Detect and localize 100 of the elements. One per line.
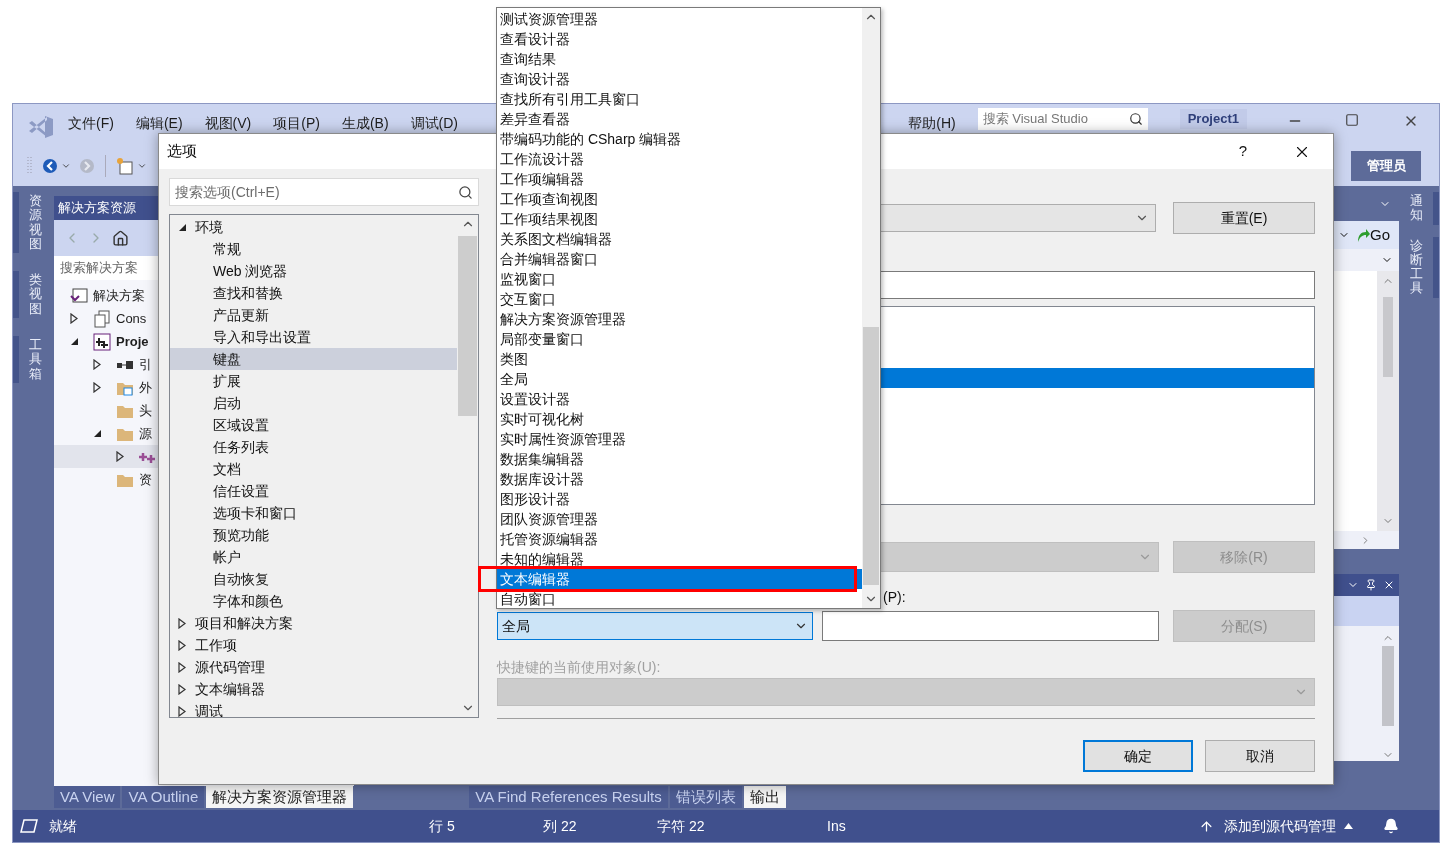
tree-item[interactable]: 查找和替换 — [213, 282, 283, 304]
search-field[interactable]: 搜索选项(Ctrl+E) — [169, 178, 479, 206]
publish-icon[interactable] — [1199, 818, 1214, 834]
tree-item-label[interactable]: Cons — [116, 308, 147, 329]
maximize-icon[interactable] — [1345, 113, 1359, 127]
tree-item[interactable]: 环境 — [195, 216, 223, 238]
tree-item-label[interactable]: 解决方案 — [93, 285, 145, 306]
dropdown-option[interactable]: 查询设计器 — [497, 69, 862, 89]
dropdown-option[interactable]: 文本编辑器 — [497, 569, 862, 589]
tree-item-label[interactable]: 头 — [139, 400, 152, 421]
dropdown-option[interactable]: 查询结果 — [497, 49, 862, 69]
dropdown-option[interactable]: 带编码功能的 CSharp 编辑器 — [497, 129, 862, 149]
tree-item[interactable]: 帐户 — [213, 546, 241, 568]
tree-item[interactable]: 键盘 — [170, 348, 457, 370]
scope-combo[interactable]: 全局 — [497, 612, 813, 640]
dropdown-option[interactable]: 工作项结果视图 — [497, 209, 862, 229]
menu-item[interactable]: 生成(B) — [341, 113, 389, 134]
collapsed-arrow-icon[interactable] — [178, 639, 186, 651]
tree-item[interactable]: Web 浏览器 — [213, 260, 288, 282]
tree-item[interactable]: 自动恢复 — [213, 568, 269, 590]
collapsed-arrow-icon[interactable] — [116, 451, 124, 462]
tree-item-label[interactable]: 资 — [139, 469, 152, 490]
scrollbar-thumb[interactable] — [863, 327, 879, 585]
caret-up-icon[interactable] — [1344, 823, 1353, 829]
dropdown-option[interactable]: 未知的编辑器 — [497, 549, 862, 569]
collapsed-arrow-icon[interactable] — [178, 661, 186, 673]
menu-item[interactable]: 项目(P) — [273, 113, 320, 134]
new-project-icon[interactable] — [116, 157, 134, 175]
dropdown-option[interactable]: 合并编辑器窗口 — [497, 249, 862, 269]
collapsed-arrow-icon[interactable] — [93, 359, 101, 370]
panel-tab[interactable]: VA View — [54, 786, 121, 808]
panel-tab[interactable]: VA Outline — [122, 786, 205, 808]
dropdown-option[interactable]: 差异查看器 — [497, 109, 862, 129]
dropdown-option[interactable]: 数据库设计器 — [497, 469, 862, 489]
dropdown-option[interactable]: 图形设计器 — [497, 489, 862, 509]
tree-item[interactable]: 启动 — [213, 392, 241, 414]
menu-item[interactable]: 调试(D) — [410, 113, 458, 134]
dropdown-option[interactable]: 解决方案资源管理器 — [497, 309, 862, 329]
dropdown-option[interactable]: 全局 — [497, 369, 862, 389]
dropdown-option[interactable]: 测试资源管理器 — [497, 9, 862, 29]
caret-icon[interactable] — [61, 161, 71, 171]
expanded-arrow-icon[interactable] — [178, 222, 187, 232]
back-icon[interactable] — [42, 158, 58, 174]
dropdown-option[interactable]: 类图 — [497, 349, 862, 369]
tree-item[interactable]: 调试 — [195, 700, 223, 717]
tool-window-tab[interactable]: 通知 — [1399, 192, 1439, 225]
tool-window-tab[interactable]: 诊断工具 — [1399, 236, 1439, 298]
dropdown-option[interactable]: 交互窗口 — [497, 289, 862, 309]
collapsed-arrow-icon[interactable] — [178, 617, 186, 629]
tree-item[interactable]: 常规 — [213, 238, 241, 260]
collapsed-arrow-icon[interactable] — [93, 382, 101, 393]
search-field[interactable]: 搜索 Visual Studio — [977, 108, 1148, 130]
tree-item[interactable]: 区域设置 — [213, 414, 269, 436]
source-control-link[interactable]: 添加到源代码管理 — [1224, 815, 1336, 837]
dropdown-option[interactable]: 团队资源管理器 — [497, 509, 862, 529]
menu-item[interactable]: 帮助(H) — [908, 113, 956, 134]
tree-item-label[interactable]: 键盘 — [213, 348, 241, 370]
panel-tab[interactable]: 解决方案资源管理器 — [206, 786, 354, 808]
dropdown-option[interactable]: 实时可视化树 — [497, 409, 862, 429]
tree-item-label[interactable]: 引 — [139, 354, 152, 375]
account-button[interactable]: 管理员 — [1351, 151, 1421, 181]
dropdown-option[interactable]: 关系图文档编辑器 — [497, 229, 862, 249]
tree-item[interactable]: 预览功能 — [213, 524, 269, 546]
dropdown-option[interactable]: 自动窗口 — [497, 589, 862, 609]
tree-item[interactable]: 产品更新 — [213, 304, 269, 326]
tree-item[interactable]: 字体和颜色 — [213, 590, 283, 612]
tree-item[interactable]: 项目和解决方案 — [195, 612, 293, 634]
tree-item[interactable]: 信任设置 — [213, 480, 269, 502]
tree-item[interactable]: 选项卡和窗口 — [213, 502, 297, 524]
cancel-button[interactable]: 取消 — [1205, 740, 1315, 772]
dropdown-option[interactable]: 查找所有引用工具窗口 — [497, 89, 862, 109]
tree-item[interactable]: 任务列表 — [213, 436, 269, 458]
dropdown-option[interactable]: 数据集编辑器 — [497, 449, 862, 469]
pin-icon[interactable] — [1365, 579, 1377, 591]
tree-item[interactable]: 导入和导出设置 — [213, 326, 311, 348]
close-icon[interactable] — [1383, 579, 1395, 591]
shortcut-field[interactable] — [822, 611, 1159, 641]
reset-button[interactable]: 重置(E) — [1173, 202, 1315, 234]
dropdown-option[interactable]: 监视窗口 — [497, 269, 862, 289]
dropdown-option[interactable]: 查看设计器 — [497, 29, 862, 49]
menu-item[interactable]: 文件(F) — [68, 113, 114, 134]
tree-item[interactable]: 扩展 — [213, 370, 241, 392]
collapsed-arrow-icon[interactable] — [178, 705, 186, 717]
caret-icon[interactable] — [137, 161, 147, 171]
tree-item-label[interactable]: 源 — [139, 423, 152, 444]
tree-item[interactable]: 源代码管理 — [195, 656, 265, 678]
dropdown-option[interactable]: 设置设计器 — [497, 389, 862, 409]
dropdown-option[interactable]: 工作项查询视图 — [497, 189, 862, 209]
tree-item[interactable]: 工作项 — [195, 634, 237, 656]
home-icon[interactable] — [112, 229, 129, 247]
tree-item[interactable]: 文本编辑器 — [195, 678, 265, 700]
dropdown-option[interactable]: 托管资源编辑器 — [497, 529, 862, 549]
menu-item[interactable]: 编辑(E) — [135, 113, 183, 134]
dropdown-option[interactable]: 局部变量窗口 — [497, 329, 862, 349]
expanded-arrow-icon[interactable] — [70, 337, 79, 346]
tree-item[interactable]: 文档 — [213, 458, 241, 480]
ok-button[interactable]: 确定 — [1083, 740, 1193, 772]
dropdown-option[interactable]: 实时属性资源管理器 — [497, 429, 862, 449]
scrollbar-thumb[interactable] — [1382, 646, 1394, 726]
panel-tab[interactable]: 输出 — [743, 786, 786, 808]
